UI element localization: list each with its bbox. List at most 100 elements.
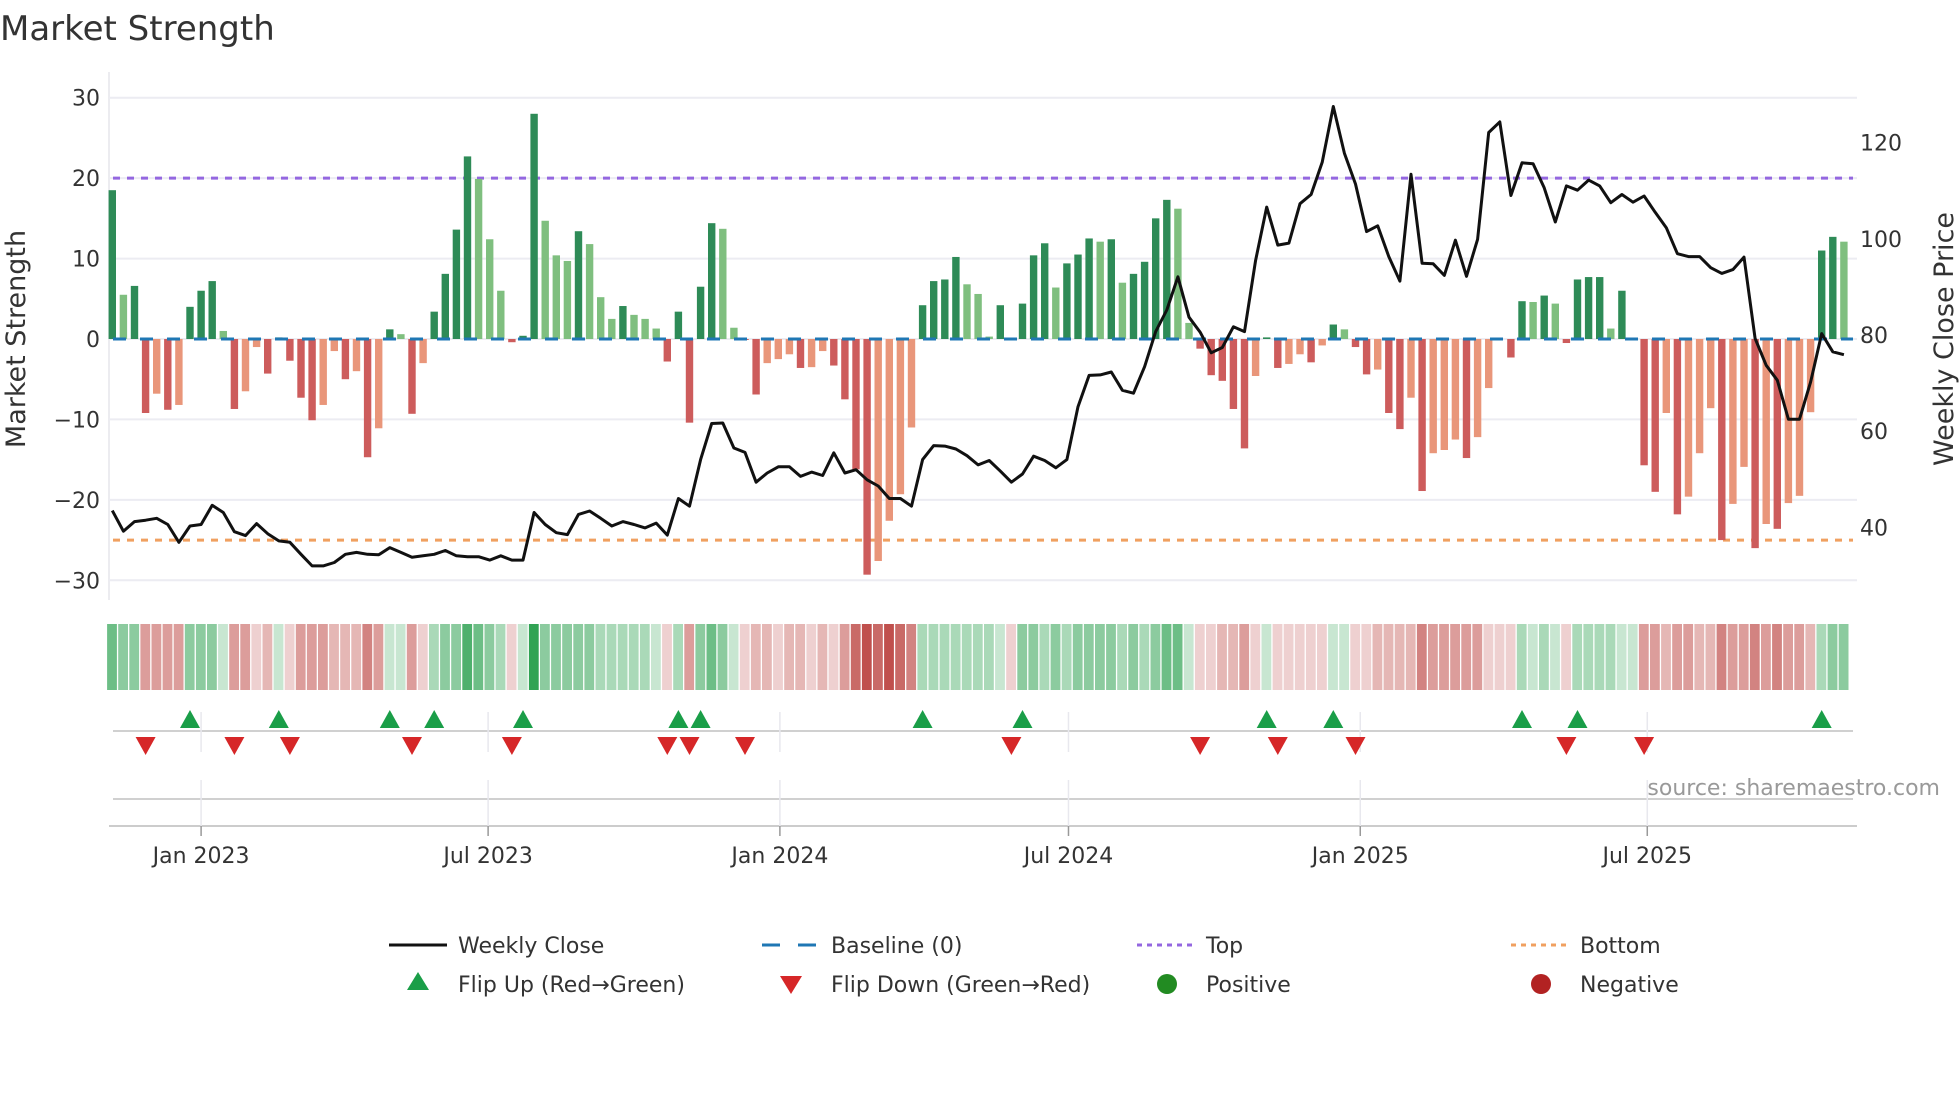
strip-cell-negative bbox=[1749, 624, 1760, 690]
strip-cell-positive bbox=[384, 624, 395, 690]
strip-cell-negative bbox=[1794, 624, 1805, 690]
strip-cell-negative bbox=[1317, 624, 1327, 690]
bar-positive bbox=[1551, 303, 1559, 339]
strip-cell-positive bbox=[651, 624, 661, 690]
strip-cell-positive bbox=[528, 624, 539, 690]
strip-cell-negative bbox=[140, 624, 151, 690]
strip-cell-positive bbox=[706, 624, 717, 690]
strip-cell-positive bbox=[184, 624, 195, 690]
bar-negative bbox=[153, 339, 161, 394]
triangle-up-icon bbox=[407, 972, 429, 990]
bar-negative bbox=[841, 339, 849, 400]
bar-positive bbox=[1340, 329, 1349, 339]
strip-cell-negative bbox=[1505, 624, 1516, 690]
strip-cell-positive bbox=[1139, 624, 1150, 690]
bar-positive bbox=[1074, 254, 1082, 339]
bar-positive bbox=[530, 113, 538, 339]
bar-positive bbox=[1185, 322, 1193, 339]
strip-cell-negative bbox=[1694, 624, 1705, 690]
strip-cell-negative bbox=[229, 624, 239, 690]
strip-cell-negative bbox=[351, 624, 362, 690]
legend-label: Bottom bbox=[1580, 934, 1661, 959]
bar-positive bbox=[952, 256, 960, 339]
strip-cell-negative bbox=[1283, 624, 1294, 690]
legend-label: Weekly Close bbox=[458, 934, 604, 959]
flip-up-marker bbox=[1512, 710, 1532, 728]
strip-cell-positive bbox=[573, 624, 584, 690]
bar-negative bbox=[341, 339, 350, 380]
x-tick-label: Jan 2023 bbox=[151, 844, 250, 869]
strip-cell-negative bbox=[1272, 624, 1283, 690]
bar-positive bbox=[585, 244, 594, 339]
bar-negative bbox=[752, 339, 760, 395]
bar-negative bbox=[508, 339, 516, 343]
strip-cell-positive bbox=[1061, 624, 1072, 690]
strip-cell-negative bbox=[262, 624, 273, 690]
strip-cell-positive bbox=[950, 624, 961, 690]
bar-positive bbox=[941, 279, 949, 339]
bar-negative bbox=[1440, 339, 1448, 450]
flip-up-marker bbox=[1012, 710, 1033, 728]
source-label: source: sharemaestro.com bbox=[1647, 776, 1940, 801]
bar-positive bbox=[474, 178, 483, 339]
strip-cell-negative bbox=[306, 624, 317, 690]
bar-negative bbox=[175, 339, 183, 405]
strip-cell-positive bbox=[1594, 624, 1605, 690]
bar-positive bbox=[641, 318, 649, 339]
bar-positive bbox=[674, 311, 683, 339]
lower-panel bbox=[109, 712, 1857, 836]
bar-positive bbox=[730, 327, 738, 339]
bar-positive bbox=[397, 334, 405, 339]
flip-up-marker bbox=[180, 710, 200, 728]
strip-cell-negative bbox=[684, 624, 695, 690]
strip-cell-positive bbox=[218, 624, 228, 690]
bar-negative bbox=[685, 339, 694, 423]
bar-negative bbox=[1462, 339, 1471, 459]
bar-positive bbox=[719, 228, 727, 339]
bar-positive bbox=[197, 290, 205, 339]
bar-negative bbox=[1784, 339, 1793, 504]
strip-cell-negative bbox=[1761, 624, 1771, 690]
bar-positive bbox=[1818, 250, 1826, 339]
bar-positive bbox=[552, 255, 560, 339]
triangle-down-icon bbox=[780, 976, 802, 994]
flip-down-marker bbox=[1556, 737, 1577, 755]
flip-up-marker bbox=[513, 710, 533, 728]
strip-cell-positive bbox=[1550, 624, 1560, 690]
bar-positive bbox=[563, 260, 572, 339]
y2-axis-title: Weekly Close Price bbox=[1929, 212, 1960, 466]
strip-cell-positive bbox=[1572, 624, 1583, 690]
strip-cell-positive bbox=[695, 624, 706, 690]
bar-positive bbox=[1052, 287, 1060, 339]
bar-negative bbox=[1673, 339, 1682, 515]
bar-negative bbox=[896, 339, 905, 495]
strip-cell-positive bbox=[551, 624, 561, 690]
strip-cell-negative bbox=[839, 624, 850, 690]
bar-positive bbox=[1829, 236, 1837, 339]
bar-positive bbox=[1618, 290, 1626, 339]
strip-cell-positive bbox=[1605, 624, 1616, 690]
strip-cell-positive bbox=[928, 624, 939, 690]
strip-cell-negative bbox=[1350, 624, 1361, 690]
bar-negative bbox=[796, 339, 805, 368]
bar-positive bbox=[597, 297, 605, 339]
strip-cell-negative bbox=[240, 624, 251, 690]
bar-positive bbox=[1540, 295, 1548, 339]
strip-cell-negative bbox=[1228, 624, 1238, 690]
bar-positive bbox=[1518, 301, 1526, 339]
bar-negative bbox=[1407, 339, 1415, 398]
bar-negative bbox=[230, 339, 239, 409]
bar-negative bbox=[763, 339, 771, 364]
flip-up-marker bbox=[1811, 710, 1832, 728]
legend: Weekly Close Baseline (0) Top Bottom Flip Up… bbox=[389, 934, 1679, 998]
bar-positive bbox=[930, 281, 938, 339]
strip-cell-positive bbox=[628, 624, 639, 690]
strip-cell-negative bbox=[1217, 624, 1227, 690]
strip-cell-positive bbox=[606, 624, 617, 690]
bar-positive bbox=[1529, 302, 1537, 339]
strip-cell-negative bbox=[762, 624, 772, 690]
strip-cell-positive bbox=[129, 624, 140, 690]
strip-cell-positive bbox=[995, 624, 1005, 690]
bar-positive bbox=[1107, 239, 1115, 339]
bar-negative bbox=[1729, 339, 1737, 504]
